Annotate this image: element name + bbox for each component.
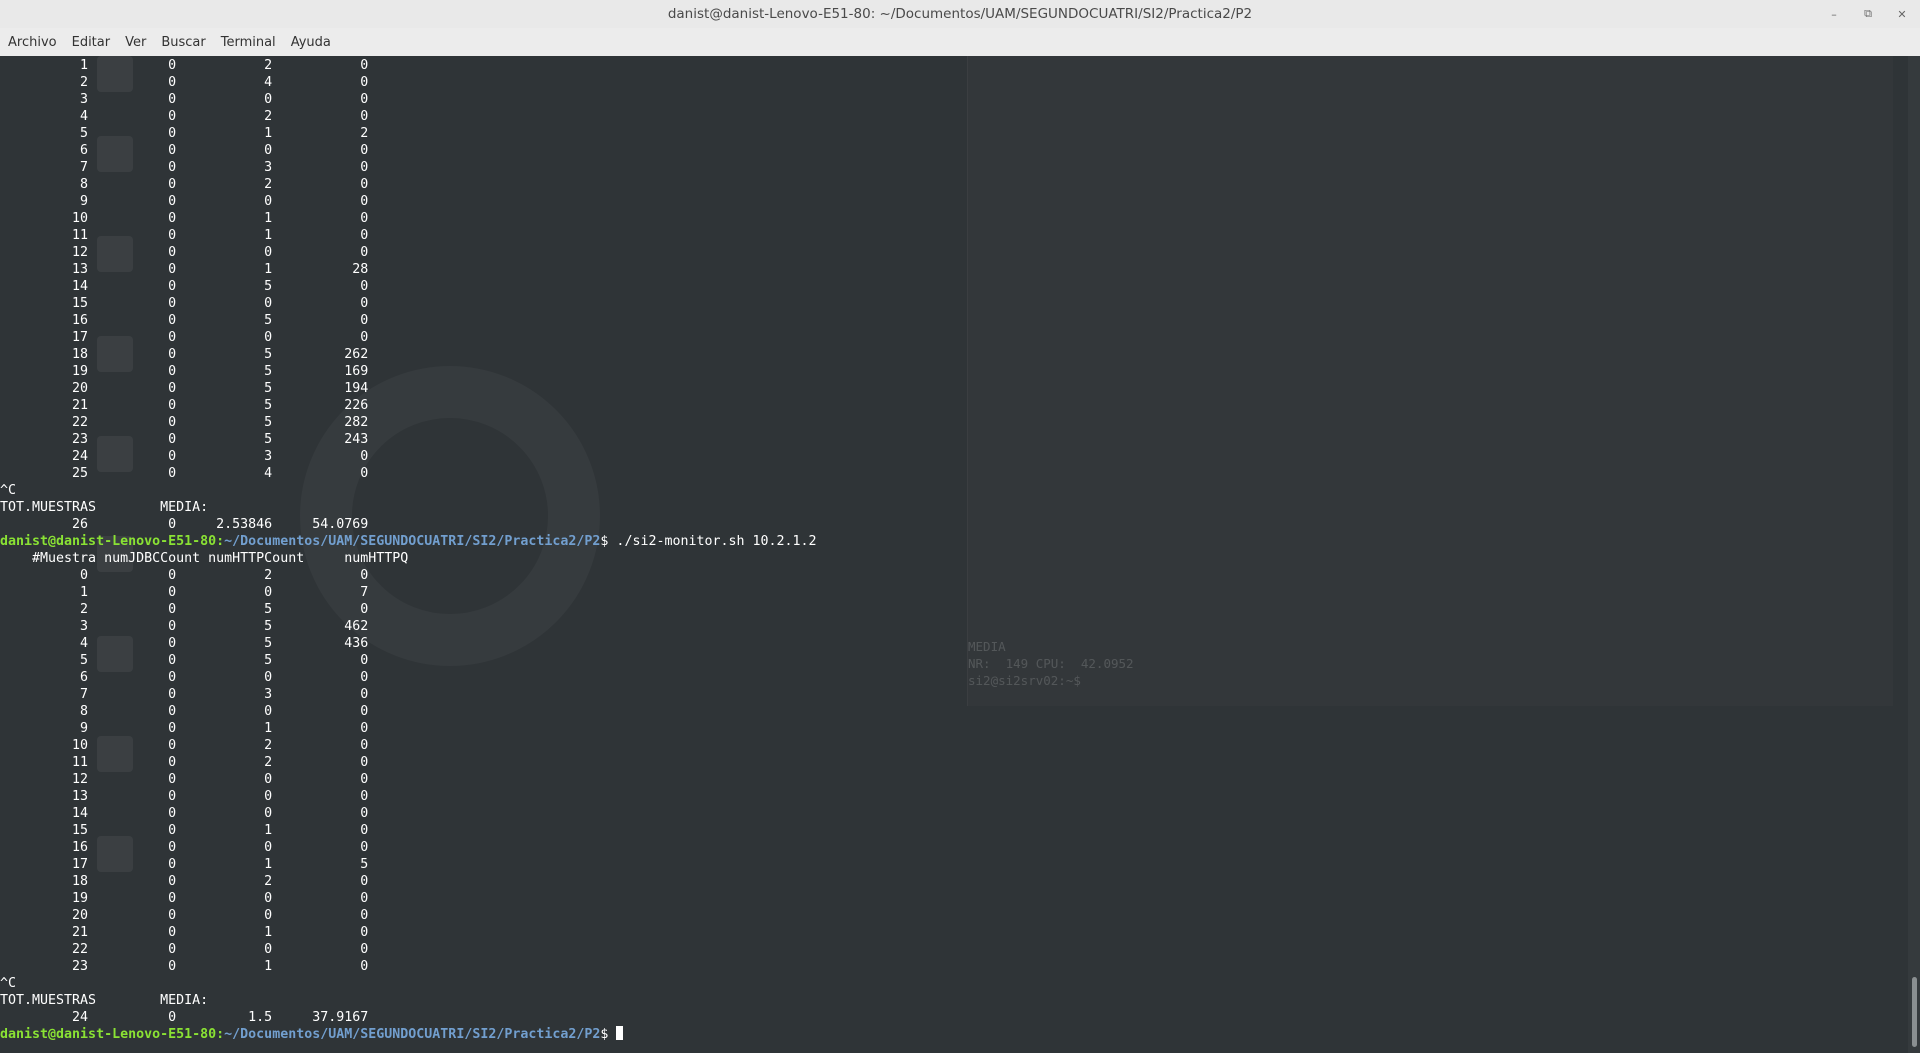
table-row: 9 0 0 0	[0, 194, 369, 209]
interrupt-line: ^C	[0, 483, 17, 498]
table-row: 21 0 5 226	[0, 398, 369, 413]
prompt-command: $ ./si2-monitor.sh 10.2.1.2	[600, 534, 817, 549]
table-row: 22 0 0 0	[0, 942, 369, 957]
table-row: 5 0 1 2	[0, 126, 369, 141]
table-row: 7 0 3 0	[0, 160, 369, 175]
table-row: 4 0 2 0	[0, 109, 369, 124]
menu-editar[interactable]: Editar	[64, 35, 118, 50]
table-row: 7 0 3 0	[0, 687, 369, 702]
close-icon[interactable]: ✕	[1894, 8, 1910, 21]
menu-buscar[interactable]: Buscar	[153, 35, 212, 50]
table-row: 13 0 0 0	[0, 789, 369, 804]
table-row: 13 0 1 28	[0, 262, 369, 277]
window-title: danist@danist-Lenovo-E51-80: ~/Documento…	[667, 6, 1253, 22]
prompt-user: danist@danist-Lenovo-E51-80:	[0, 1027, 225, 1042]
menu-bar: Archivo Editar Ver Buscar Terminal Ayuda	[0, 28, 1920, 57]
table-row: 23 0 5 243	[0, 432, 369, 447]
table-row: 8 0 0 0	[0, 704, 369, 719]
menu-ver[interactable]: Ver	[117, 35, 153, 50]
totals-header-line: TOT.MUESTRAS MEDIA:	[0, 500, 209, 515]
prompt-path: ~/Documentos/UAM/SEGUNDOCUATRI/SI2/Pract…	[224, 1027, 601, 1042]
terminal-output: 1 0 2 0 2 0 4 0 3 0 0 0 4 0 2 0 5 0 1 2 …	[0, 57, 817, 1043]
table-row: 3 0 5 462	[0, 619, 369, 634]
table-row: 16 0 0 0	[0, 840, 369, 855]
terminal-prompt-line: danist@danist-Lenovo-E51-80:~/Documentos…	[0, 1026, 817, 1043]
table-row: 19 0 5 169	[0, 364, 369, 379]
totals-header-line: TOT.MUESTRAS MEDIA:	[0, 993, 209, 1008]
table-row: 21 0 1 0	[0, 925, 369, 940]
prompt-path: ~/Documentos/UAM/SEGUNDOCUATRI/SI2/Pract…	[224, 534, 601, 549]
prompt-command: $	[600, 1027, 617, 1042]
table-row: 18 0 5 262	[0, 347, 369, 362]
interrupt-line: ^C	[0, 976, 17, 991]
table-row: 11 0 2 0	[0, 755, 369, 770]
table-row: 14 0 5 0	[0, 279, 369, 294]
table-row: 8 0 2 0	[0, 177, 369, 192]
totals-row: 26 0 2.53846 54.0769	[0, 517, 369, 532]
table-row: 12 0 0 0	[0, 772, 369, 787]
table-row: 11 0 1 0	[0, 228, 369, 243]
table-row: 23 0 1 0	[0, 959, 369, 974]
prompt-user: danist@danist-Lenovo-E51-80:	[0, 534, 225, 549]
window-controls: – ⧉ ✕	[1826, 0, 1910, 28]
table-row: 1 0 0 7	[0, 585, 369, 600]
table-row: 0 0 2 0	[0, 568, 369, 583]
table-row: 15 0 1 0	[0, 823, 369, 838]
table-row: 18 0 2 0	[0, 874, 369, 889]
table-row: 10 0 1 0	[0, 211, 369, 226]
table-row: 2 0 5 0	[0, 602, 369, 617]
table-row: 6 0 0 0	[0, 670, 369, 685]
table-row: 9 0 1 0	[0, 721, 369, 736]
table-row: 1 0 2 0	[0, 58, 369, 73]
restore-icon[interactable]: ⧉	[1860, 7, 1876, 21]
table-row: 4 0 5 436	[0, 636, 369, 651]
terminal-prompt-line: danist@danist-Lenovo-E51-80:~/Documentos…	[0, 533, 817, 550]
table-row: 19 0 0 0	[0, 891, 369, 906]
table-row: 6 0 0 0	[0, 143, 369, 158]
terminal-view[interactable]: MEDIA NR: 149 CPU: 42.0952 si2@si2srv02:~$…	[0, 56, 1920, 1053]
background-terminal-footer: MEDIA NR: 149 CPU: 42.0952 si2@si2srv02:~$	[968, 639, 1134, 688]
table-row: 17 0 1 5	[0, 857, 369, 872]
terminal-cursor[interactable]	[616, 1026, 624, 1040]
totals-row: 24 0 1.5 37.9167	[0, 1010, 369, 1025]
background-terminal-window: MEDIA NR: 149 CPU: 42.0952 si2@si2srv02:~$	[967, 56, 1893, 706]
table-row: 20 0 0 0	[0, 908, 369, 923]
table-row: 24 0 3 0	[0, 449, 369, 464]
menu-terminal[interactable]: Terminal	[213, 35, 283, 50]
table-row: 25 0 4 0	[0, 466, 369, 481]
window-titlebar[interactable]: danist@danist-Lenovo-E51-80: ~/Documento…	[0, 0, 1920, 28]
table-row: 15 0 0 0	[0, 296, 369, 311]
table-header-line: #Muestra numJDBCCount numHTTPCount numHT…	[0, 551, 409, 566]
table-row: 16 0 5 0	[0, 313, 369, 328]
table-row: 17 0 0 0	[0, 330, 369, 345]
minimize-icon[interactable]: –	[1826, 8, 1842, 21]
table-row: 10 0 2 0	[0, 738, 369, 753]
scrollbar-thumb[interactable]	[1912, 977, 1917, 1047]
table-row: 2 0 4 0	[0, 75, 369, 90]
table-row: 5 0 5 0	[0, 653, 369, 668]
menu-ayuda[interactable]: Ayuda	[283, 35, 338, 50]
table-row: 20 0 5 194	[0, 381, 369, 396]
table-row: 22 0 5 282	[0, 415, 369, 430]
table-row: 3 0 0 0	[0, 92, 369, 107]
table-row: 14 0 0 0	[0, 806, 369, 821]
terminal-scrollbar[interactable]	[1908, 56, 1920, 1053]
menu-archivo[interactable]: Archivo	[0, 35, 64, 50]
table-row: 12 0 0 0	[0, 245, 369, 260]
